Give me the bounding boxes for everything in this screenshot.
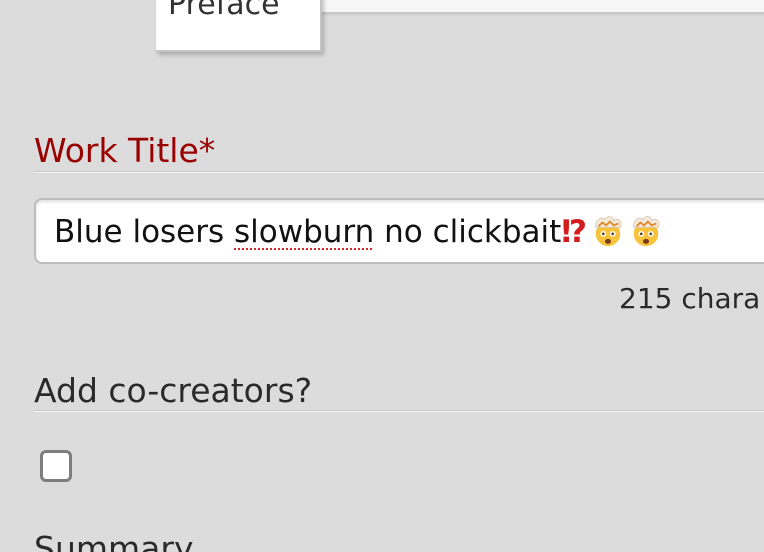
tab-preface[interactable]: Preface [156, 0, 322, 52]
interrobang-icon: ⁉ [561, 214, 587, 250]
divider [34, 410, 764, 412]
work-title-input[interactable]: Blue losers slowburn no clickbait⁉ [34, 198, 764, 264]
tab-preface-label: Preface [168, 0, 280, 22]
add-co-creators-checkbox[interactable] [40, 450, 72, 482]
divider [34, 171, 764, 173]
exploding-head-icon [595, 216, 622, 247]
work-title-value: Blue losers slowburn no clickbait⁉ [54, 214, 663, 249]
summary-label: Summary [34, 529, 194, 552]
title-text-part: Blue losers [54, 214, 235, 250]
exploding-head-icon [633, 216, 660, 247]
work-title-label: Work Title* [34, 131, 216, 170]
add-co-creators-label: Add co-creators? [34, 371, 313, 410]
character-count: 215 chara [619, 282, 761, 315]
tab-bar: Preface [156, 0, 764, 52]
misspelled-word: slowburn [234, 214, 375, 250]
work-form-page: Preface Work Title* Blue losers slowburn… [0, 0, 764, 552]
title-text-part: no clickbait [374, 214, 562, 250]
